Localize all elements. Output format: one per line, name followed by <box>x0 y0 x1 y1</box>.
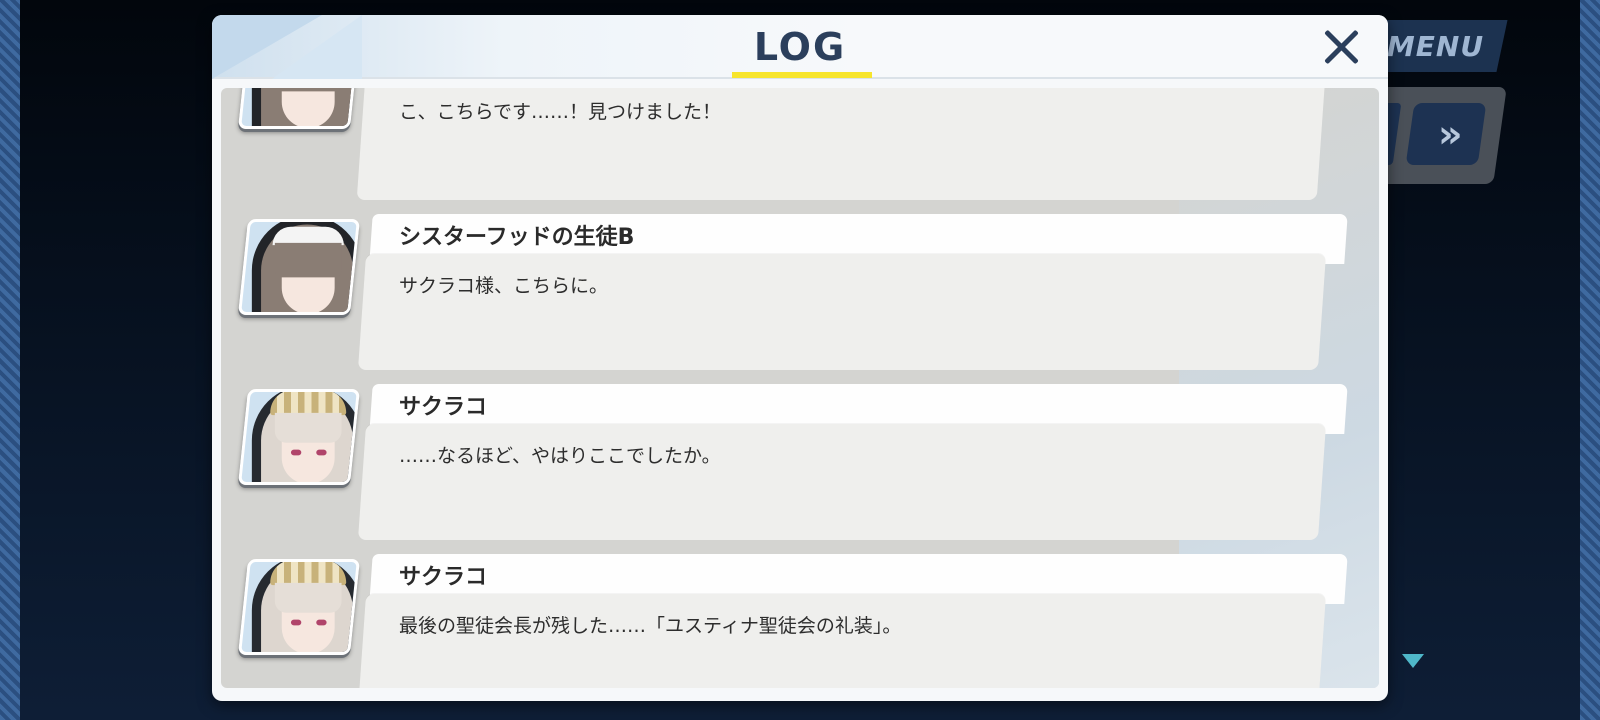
message-box <box>357 594 1327 688</box>
speaker-name: サクラコ <box>399 565 488 590</box>
sakurako-portrait <box>237 559 361 655</box>
fast-forward-icon: » <box>1437 112 1455 156</box>
log-header: LOG <box>212 15 1388 79</box>
message-text: 最後の聖徒会長が残した……「ユスティナ聖徒会の礼装」。 <box>399 615 902 637</box>
log-entry: サクラコ ……なるほど、やはりここでしたか。 <box>221 382 1379 542</box>
log-list[interactable]: こ、こちらです……！見つけました！ シスターフッドの生徒B サクラコ様、こちらに… <box>221 88 1379 688</box>
menu-button-label: MENU <box>1387 29 1485 63</box>
nun-student-portrait <box>237 88 361 129</box>
right-edge-stripe <box>1580 0 1600 720</box>
message-text: ……なるほど、やはりここでしたか。 <box>399 445 721 467</box>
log-title: LOG <box>753 25 847 69</box>
log-entry: シスターフッドの生徒B サクラコ様、こちらに。 <box>221 212 1379 372</box>
speaker-name: シスターフッドの生徒B <box>399 225 635 250</box>
message-text: こ、こちらです……！見つけました！ <box>399 101 722 123</box>
title-underline <box>732 72 872 78</box>
message-text: サクラコ様、こちらに。 <box>399 275 609 297</box>
close-icon[interactable] <box>1318 23 1366 71</box>
nun-student-portrait <box>237 219 361 315</box>
left-edge-stripe <box>0 0 20 720</box>
sakurako-portrait <box>237 389 361 485</box>
log-dialog: LOG こ、こちらです……！見つけました！ シスターフッドの生徒B サクラコ様、… <box>212 15 1388 701</box>
speaker-name: サクラコ <box>399 395 488 420</box>
log-entry: サクラコ 最後の聖徒会長が残した……「ユスティナ聖徒会の礼装」。 <box>221 552 1379 688</box>
fast-forward-button[interactable]: » <box>1405 103 1487 165</box>
triangle-down-icon <box>1402 654 1424 668</box>
